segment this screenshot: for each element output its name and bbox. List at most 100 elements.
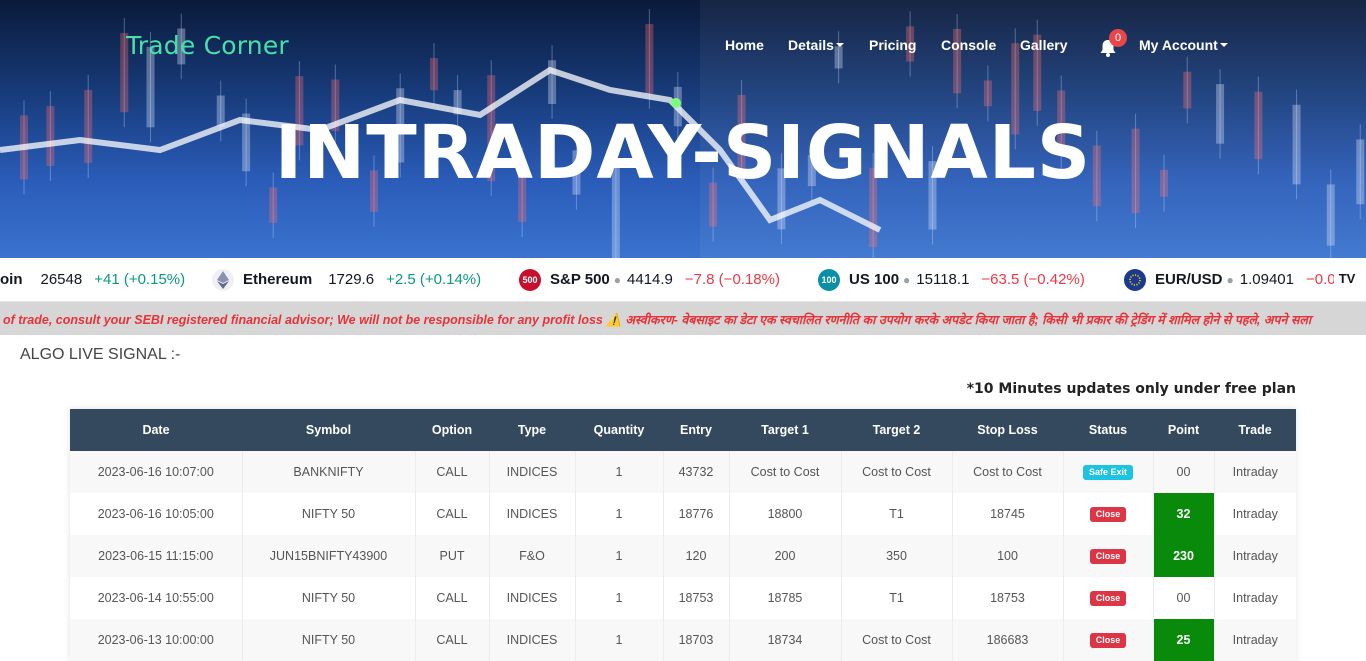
cell-status: Close xyxy=(1063,493,1154,535)
cell-type: F&O xyxy=(489,535,576,577)
cell-option: CALL xyxy=(415,577,490,619)
status-badge: Close xyxy=(1089,549,1127,564)
col-date: Date xyxy=(70,409,242,451)
nav-my-account[interactable]: My Account xyxy=(1139,37,1228,53)
cell-date: 2023-06-14 10:55:00 xyxy=(70,577,243,619)
cell-symbol: NIFTY 50 xyxy=(242,577,416,619)
cell-option: CALL xyxy=(415,619,490,661)
signals-table: Date Symbol Option Type Quantity Entry T… xyxy=(70,409,1296,661)
cell-target2: T1 xyxy=(841,493,953,535)
disclaimer-text: of trade, consult your SEBI registered f… xyxy=(3,313,1312,327)
ticker-item-sp500[interactable]: 500 S&P 500 ● 4414.9 −7.8 (−0.18%) xyxy=(519,258,780,301)
cell-symbol: NIFTY 50 xyxy=(242,619,416,661)
col-stop-loss: Stop Loss xyxy=(952,409,1063,451)
table-row: 2023-06-14 10:55:00 NIFTY 50 CALL INDICES 1 1… xyxy=(70,577,1296,619)
hero-banner: Trade Corner Home Details Pricing Consol… xyxy=(0,0,1366,258)
col-target2: Target 2 xyxy=(841,409,952,451)
cell-trade: Intraday xyxy=(1214,451,1296,493)
cell-date: 2023-06-16 10:05:00 xyxy=(70,493,243,535)
cell-status: Close xyxy=(1063,619,1154,661)
nav-console[interactable]: Console xyxy=(941,37,996,53)
ticker-item-ethereum[interactable]: Ethereum 1729.6 +2.5 (+0.14%) xyxy=(212,258,481,301)
cell-target1: 18734 xyxy=(729,619,842,661)
tradingview-logo[interactable]: TV xyxy=(1334,268,1360,290)
cell-status: Safe Exit xyxy=(1063,451,1154,493)
cell-status: Close xyxy=(1063,577,1154,619)
cell-trade: Intraday xyxy=(1214,577,1296,619)
col-trade: Trade xyxy=(1214,409,1296,451)
col-target1: Target 1 xyxy=(729,409,841,451)
cell-status: Close xyxy=(1063,535,1154,577)
cell-stop-loss: 100 xyxy=(952,535,1064,577)
free-plan-note: *10 Minutes updates only under free plan xyxy=(966,381,1296,397)
ethereum-icon xyxy=(212,269,234,291)
status-badge: Safe Exit xyxy=(1082,465,1134,480)
col-quantity: Quantity xyxy=(575,409,663,451)
sp500-logo: 500 xyxy=(519,269,541,291)
cell-symbol: BANKNIFTY xyxy=(242,451,416,493)
section-title: ALGO LIVE SIGNAL :- xyxy=(20,346,181,363)
nav-pricing[interactable]: Pricing xyxy=(869,37,916,53)
cell-target2: Cost to Cost xyxy=(841,451,953,493)
cell-quantity: 1 xyxy=(575,451,664,493)
status-badge: Close xyxy=(1089,633,1127,648)
table-row: 2023-06-13 10:00:00 NIFTY 50 CALL INDICES 1 1… xyxy=(70,619,1296,661)
cell-stop-loss: 186683 xyxy=(952,619,1064,661)
chevron-down-icon xyxy=(1219,42,1228,47)
cell-entry: 120 xyxy=(663,535,730,577)
cell-quantity: 1 xyxy=(575,619,664,661)
cell-target1: Cost to Cost xyxy=(729,451,842,493)
nav-details[interactable]: Details xyxy=(788,37,844,53)
cell-option: PUT xyxy=(415,535,490,577)
cell-quantity: 1 xyxy=(575,535,664,577)
cell-target1: 200 xyxy=(729,535,842,577)
cell-entry: 18703 xyxy=(663,619,730,661)
cell-target2: Cost to Cost xyxy=(841,619,953,661)
ticker-item-us100[interactable]: 100 US 100 ● 15118.1 −63.5 (−0.42%) xyxy=(818,258,1085,301)
cell-type: INDICES xyxy=(489,619,576,661)
page-title: INTRADAY-SIGNALS xyxy=(274,110,1092,196)
cell-trade: Intraday xyxy=(1214,619,1296,661)
cell-point: 32 xyxy=(1153,493,1215,535)
col-type: Type xyxy=(489,409,575,451)
status-badge: Close xyxy=(1089,591,1127,606)
cell-stop-loss: Cost to Cost xyxy=(952,451,1064,493)
cell-date: 2023-06-16 10:07:00 xyxy=(70,451,243,493)
cell-date: 2023-06-15 11:15:00 xyxy=(70,535,243,577)
ticker-item-bitcoin[interactable]: oin 26548 +41 (+0.15%) xyxy=(0,258,185,301)
table-row: 2023-06-16 10:05:00 NIFTY 50 CALL INDICES 1 1… xyxy=(70,493,1296,535)
cell-quantity: 1 xyxy=(575,493,664,535)
brand-logo[interactable]: Trade Corner xyxy=(126,31,289,60)
table-row: 2023-06-16 10:07:00 BANKNIFTY CALL INDICES 1… xyxy=(70,451,1296,493)
disclaimer-marquee: of trade, consult your SEBI registered f… xyxy=(0,302,1366,335)
col-entry: Entry xyxy=(663,409,729,451)
cell-trade: Intraday xyxy=(1214,535,1296,577)
cell-target1: 18800 xyxy=(729,493,842,535)
cell-type: INDICES xyxy=(489,451,576,493)
ticker-item-eurusd[interactable]: EUR/USD ● 1.09401 −0.00 xyxy=(1124,258,1344,301)
cell-point: 00 xyxy=(1153,451,1215,493)
status-badge: Close xyxy=(1089,507,1127,522)
us100-logo: 100 xyxy=(818,269,840,291)
cell-symbol: JUN15BNIFTY43900 xyxy=(242,535,416,577)
col-status: Status xyxy=(1063,409,1153,451)
cell-type: INDICES xyxy=(489,493,576,535)
cell-date: 2023-06-13 10:00:00 xyxy=(70,619,243,661)
cell-target2: T1 xyxy=(841,577,953,619)
cell-point: 00 xyxy=(1153,577,1215,619)
nav-gallery[interactable]: Gallery xyxy=(1020,37,1067,53)
cell-trade: Intraday xyxy=(1214,493,1296,535)
cell-stop-loss: 18753 xyxy=(952,577,1064,619)
cell-target2: 350 xyxy=(841,535,953,577)
cell-entry: 18753 xyxy=(663,577,730,619)
ticker-tape[interactable]: oin 26548 +41 (+0.15%) Ethereum 1729.6 +… xyxy=(0,258,1366,302)
chevron-down-icon xyxy=(835,42,844,47)
cell-type: INDICES xyxy=(489,577,576,619)
cell-option: CALL xyxy=(415,493,490,535)
cell-option: CALL xyxy=(415,451,490,493)
nav-home[interactable]: Home xyxy=(725,37,764,53)
cell-quantity: 1 xyxy=(575,577,664,619)
col-option: Option xyxy=(415,409,489,451)
cell-entry: 43732 xyxy=(663,451,730,493)
cell-point: 230 xyxy=(1153,535,1215,577)
